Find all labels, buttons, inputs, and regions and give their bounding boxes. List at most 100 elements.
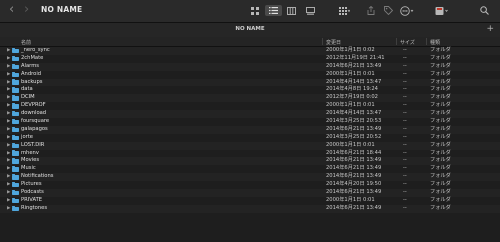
file-date: 2014年4月14日 13:47 (326, 110, 382, 117)
disclosure-triangle-icon[interactable]: ▶ (7, 205, 10, 213)
table-row[interactable]: ▶ jorte 2014年3月25日 20:52 -- フォルダ (0, 133, 500, 142)
table-row[interactable]: ▶ 2chMate 2012年11月19日 21:41 -- フォルダ (0, 54, 500, 63)
group-icon[interactable] (337, 5, 351, 16)
file-kind: フォルダ (430, 133, 451, 140)
table-row[interactable]: ▶ DEVPROF 2000年1月1日 0:01 -- フォルダ (0, 102, 500, 111)
file-name: 2chMate (21, 54, 44, 61)
path-bar: NO NAME + (0, 22, 500, 38)
disclosure-triangle-icon[interactable]: ▶ (7, 55, 10, 63)
disclosure-triangle-icon[interactable]: ▶ (7, 173, 10, 181)
disclosure-triangle-icon[interactable]: ▶ (7, 157, 10, 165)
disclosure-triangle-icon[interactable]: ▶ (7, 71, 10, 79)
folder-icon (12, 126, 19, 133)
disclosure-triangle-icon[interactable]: ▶ (7, 181, 10, 189)
file-date: 2012年11月19日 21:41 (326, 54, 385, 61)
column-header-kind[interactable]: 種類 (430, 39, 440, 46)
file-date: 2000年1月1日 0:01 (326, 102, 375, 109)
disclosure-triangle-icon[interactable]: ▶ (7, 110, 10, 118)
disclosure-triangle-icon[interactable]: ▶ (7, 102, 10, 110)
folder-icon (12, 110, 19, 117)
file-kind: フォルダ (430, 141, 451, 148)
file-name: Android (21, 70, 42, 77)
file-name: Notifications (21, 173, 54, 180)
folder-icon (12, 79, 19, 85)
file-size: -- (403, 133, 407, 140)
file-name: _nero_sync (21, 47, 50, 53)
table-row[interactable]: ▶ Pictures 2014年4月20日 19:50 -- フォルダ (0, 181, 500, 190)
table-row[interactable]: ▶ LOST.DIR 2000年1月1日 0:01 -- フォルダ (0, 141, 500, 150)
column-header: 名前 変更日 サイズ 種類 (0, 37, 500, 47)
file-kind: フォルダ (430, 110, 451, 117)
column-header-name[interactable]: 名前 (21, 39, 31, 46)
folder-icon (12, 95, 19, 101)
disclosure-triangle-icon[interactable]: ▶ (7, 142, 10, 150)
eject-icon[interactable] (434, 5, 450, 16)
disclosure-triangle-icon[interactable]: ▶ (7, 47, 10, 55)
table-row[interactable]: ▶ DCIM 2012年7月19日 0:02 -- フォルダ (0, 94, 500, 103)
file-kind: フォルダ (430, 181, 451, 188)
file-date: 2014年6月21日 13:49 (326, 189, 382, 196)
tag-icon[interactable] (382, 5, 394, 16)
gallery-view-icon[interactable] (304, 5, 317, 16)
file-date: 2000年1月1日 0:01 (326, 70, 375, 77)
disclosure-triangle-icon[interactable]: ▶ (7, 150, 10, 158)
folder-icon (12, 150, 19, 156)
file-kind: フォルダ (430, 125, 451, 132)
file-size: -- (403, 141, 407, 148)
share-icon[interactable] (365, 5, 377, 16)
list-view-icon[interactable] (265, 5, 282, 16)
disclosure-triangle-icon[interactable]: ▶ (7, 63, 10, 71)
file-date: 2014年3月25日 20:52 (326, 133, 382, 140)
table-row[interactable]: ▶ PRIVATE 2000年1月1日 0:01 -- フォルダ (0, 196, 500, 205)
file-size: -- (403, 125, 407, 132)
forward-button[interactable]: › (24, 3, 29, 17)
disclosure-triangle-icon[interactable]: ▶ (7, 94, 10, 102)
table-row[interactable]: ▶ mhenv 2014年6月21日 18:44 -- フォルダ (0, 149, 500, 158)
table-row[interactable]: ▶ download 2014年4月14日 13:47 -- フォルダ (0, 110, 500, 119)
column-divider[interactable] (396, 38, 397, 45)
table-row[interactable]: ▶ Ringtones 2014年6月21日 13:49 -- フォルダ (0, 204, 500, 213)
disclosure-triangle-icon[interactable]: ▶ (7, 197, 10, 205)
file-kind: フォルダ (430, 62, 451, 69)
file-date: 2000年1月1日 0:02 (326, 47, 375, 53)
table-row[interactable]: ▶ foursquare 2014年3月25日 20:53 -- フォルダ (0, 118, 500, 126)
table-row[interactable]: ▶ _nero_sync 2000年1月1日 0:02 -- フォルダ (0, 47, 500, 55)
table-row[interactable]: ▶ Music 2014年6月21日 13:49 -- フォルダ (0, 165, 500, 174)
search-icon[interactable] (478, 5, 490, 16)
file-kind: フォルダ (430, 47, 451, 53)
ellipsis-icon[interactable] (399, 5, 415, 16)
table-row[interactable]: ▶ Alarms 2014年6月21日 13:49 -- フォルダ (0, 62, 500, 71)
disclosure-triangle-icon[interactable]: ▶ (7, 86, 10, 94)
file-size: -- (403, 94, 407, 101)
file-name: LOST.DIR (21, 141, 45, 148)
table-row[interactable]: ▶ data 2014年4月8日 19:24 -- フォルダ (0, 86, 500, 95)
table-row[interactable]: ▶ Notifications 2014年6月21日 13:49 -- フォルダ (0, 173, 500, 182)
file-name: download (21, 110, 47, 117)
disclosure-triangle-icon[interactable]: ▶ (7, 165, 10, 173)
grid-view-icon[interactable] (248, 5, 261, 16)
file-kind: フォルダ (430, 118, 451, 125)
disclosure-triangle-icon[interactable]: ▶ (7, 189, 10, 197)
column-view-icon[interactable] (285, 5, 298, 16)
table-row[interactable]: ▶ backups 2014年4月14日 13:47 -- フォルダ (0, 78, 500, 87)
disclosure-triangle-icon[interactable]: ▶ (7, 126, 10, 134)
folder-icon (12, 103, 19, 109)
table-row[interactable]: ▶ Android 2000年1月1日 0:01 -- フォルダ (0, 70, 500, 79)
disclosure-triangle-icon[interactable]: ▶ (7, 79, 10, 87)
add-tab-button[interactable]: + (486, 24, 494, 34)
file-date: 2014年4月20日 19:50 (326, 181, 382, 188)
table-row[interactable]: ▶ galapagos 2014年6月21日 13:49 -- フォルダ (0, 125, 500, 134)
column-header-size[interactable]: サイズ (400, 39, 415, 46)
disclosure-triangle-icon[interactable]: ▶ (7, 134, 10, 142)
file-kind: フォルダ (430, 102, 451, 109)
folder-icon (12, 189, 19, 196)
folder-icon (12, 134, 19, 141)
column-header-date[interactable]: 変更日 (326, 39, 341, 46)
column-divider[interactable] (426, 38, 427, 45)
folder-icon (12, 142, 19, 148)
column-divider[interactable] (322, 38, 323, 45)
back-button[interactable]: ‹ (9, 3, 14, 17)
disclosure-triangle-icon[interactable]: ▶ (7, 118, 10, 126)
table-row[interactable]: ▶ Podcasts 2014年6月21日 13:49 -- フォルダ (0, 189, 500, 197)
table-row[interactable]: ▶ Movies 2014年6月21日 13:49 -- フォルダ (0, 157, 500, 166)
